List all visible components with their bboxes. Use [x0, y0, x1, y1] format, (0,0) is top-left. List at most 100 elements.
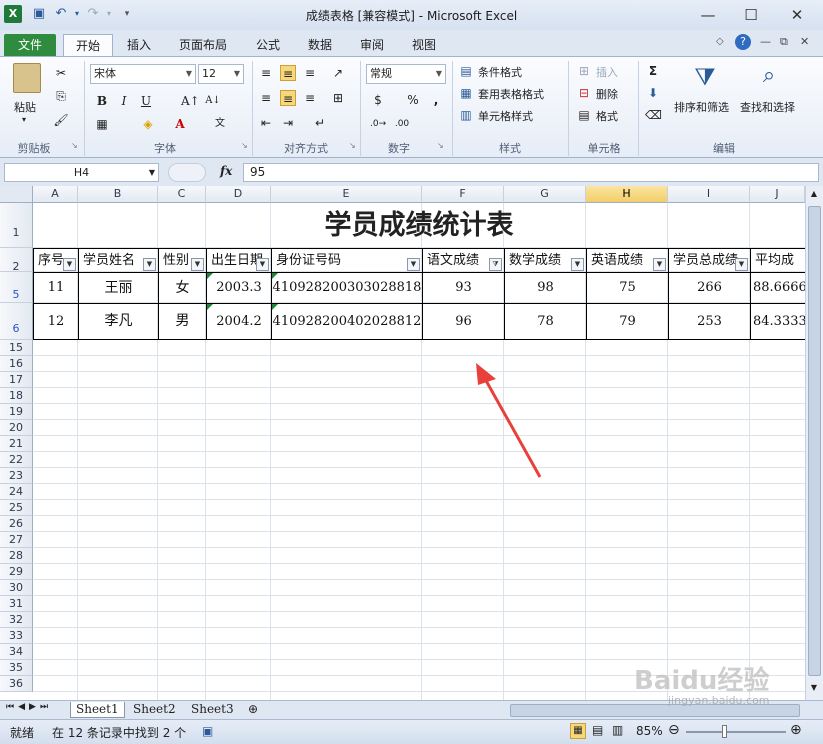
filter-dropdown-icon[interactable]: ▼ — [191, 258, 204, 271]
row-header[interactable]: 21 — [0, 436, 33, 452]
font-launcher-icon[interactable]: ↘ — [241, 141, 248, 150]
row-header[interactable]: 29 — [0, 564, 33, 580]
insert-cells-button[interactable]: 插入 — [596, 64, 618, 80]
table-cell[interactable]: 266 — [668, 272, 751, 304]
table-cell[interactable]: 410928200303028818 — [271, 272, 423, 304]
filter-active-icon[interactable]: ⧩ — [489, 258, 502, 271]
table-cell[interactable]: 84.33333 — [750, 303, 805, 340]
increase-indent-icon[interactable]: ⇥ — [280, 115, 296, 131]
doc-restore-icon[interactable]: ⧉ — [780, 35, 788, 49]
name-box[interactable]: H4 ▼ — [4, 163, 159, 182]
clear-icon[interactable]: ⌫ — [645, 107, 662, 123]
row-header[interactable]: 34 — [0, 644, 33, 660]
help-icon[interactable]: ? — [735, 34, 751, 50]
zoom-out-icon[interactable]: ⊖ — [668, 722, 680, 738]
sort-filter-icon[interactable]: ⧩ — [688, 63, 722, 95]
delete-cells-button[interactable]: 删除 — [596, 86, 618, 102]
doc-close-icon[interactable]: ✕ — [800, 35, 809, 48]
fill-icon[interactable]: ⬇ — [645, 85, 661, 101]
find-select-icon[interactable]: ⌕ — [752, 63, 786, 95]
row-header[interactable]: 2 — [0, 248, 33, 273]
copy-icon[interactable]: ⎘ — [53, 88, 69, 104]
table-cell[interactable]: 12 — [33, 303, 79, 340]
normal-view-icon[interactable]: ▦ — [570, 723, 586, 739]
row-header[interactable]: 17 — [0, 372, 33, 388]
doc-minimize-icon[interactable]: — — [760, 35, 771, 48]
tab-page-layout[interactable]: 页面布局 — [169, 34, 237, 57]
cell-styles-icon[interactable]: ▥ — [458, 107, 474, 123]
row-header[interactable]: 22 — [0, 452, 33, 468]
table-cell[interactable]: 98 — [504, 272, 587, 304]
sort-filter-button[interactable]: 排序和筛选 — [674, 99, 729, 115]
table-cell[interactable]: 79 — [586, 303, 669, 340]
align-right-icon[interactable]: ≡ — [302, 90, 318, 106]
tab-home[interactable]: 开始 — [63, 34, 113, 57]
table-header-cell[interactable]: 身份证号码 — [271, 248, 423, 273]
align-center-icon[interactable]: ≡ — [280, 90, 296, 106]
insert-cells-icon[interactable]: ⊞ — [576, 63, 592, 79]
increase-decimal-icon[interactable]: .0→ — [370, 116, 386, 132]
alignment-launcher-icon[interactable]: ↘ — [349, 141, 356, 150]
delete-cells-icon[interactable]: ⊟ — [576, 85, 592, 101]
column-header-d[interactable]: D — [206, 186, 271, 203]
row-header[interactable]: 5 — [0, 272, 33, 303]
tab-data[interactable]: 数据 — [298, 34, 342, 57]
find-select-button[interactable]: 查找和选择 — [740, 99, 795, 115]
cut-icon[interactable]: ✂ — [53, 65, 69, 81]
vertical-scroll-thumb[interactable] — [808, 206, 821, 676]
align-left-icon[interactable]: ≡ — [258, 90, 274, 106]
row-header[interactable]: 24 — [0, 484, 33, 500]
format-painter-icon[interactable]: 🖌 — [53, 112, 69, 128]
wrap-text-icon[interactable]: ↵ — [312, 115, 328, 131]
row-header[interactable]: 6 — [0, 303, 33, 340]
border-icon[interactable]: ▦ — [94, 116, 110, 132]
zoom-slider[interactable] — [686, 731, 786, 733]
row-header[interactable]: 28 — [0, 548, 33, 564]
sheet-nav-icons[interactable]: ⏮◀▶⏭ — [6, 702, 52, 712]
row-header[interactable]: 20 — [0, 420, 33, 436]
row-header[interactable]: 35 — [0, 660, 33, 676]
paste-button[interactable]: 粘贴 — [14, 99, 36, 115]
sheet-tab-sheet1[interactable]: Sheet1 — [70, 702, 125, 718]
row-header[interactable]: 26 — [0, 516, 33, 532]
row-header[interactable]: 19 — [0, 404, 33, 420]
column-header-f[interactable]: F — [422, 186, 504, 203]
font-size-select[interactable]: 12 ▼ — [198, 64, 244, 84]
zoom-level[interactable]: 85% — [636, 724, 663, 738]
sheet-tab-sheet3[interactable]: Sheet3 — [186, 702, 239, 718]
table-cell[interactable]: 93 — [422, 272, 505, 304]
format-as-table-icon[interactable]: ▦ — [458, 85, 474, 101]
row-header[interactable]: 27 — [0, 532, 33, 548]
table-cell[interactable]: 78 — [504, 303, 587, 340]
column-header-e[interactable]: E — [271, 186, 422, 203]
bold-button[interactable]: B — [94, 93, 110, 109]
page-break-view-icon[interactable]: ▥ — [612, 723, 623, 737]
table-cell[interactable]: 96 — [422, 303, 505, 340]
row-header[interactable]: 18 — [0, 388, 33, 404]
row-header[interactable]: 32 — [0, 612, 33, 628]
paste-dropdown-icon[interactable]: ▾ — [22, 115, 26, 124]
table-cell[interactable]: 王丽 — [78, 272, 159, 304]
insert-sheet-icon[interactable]: ⊕ — [248, 702, 258, 716]
macro-record-icon[interactable]: ▣ — [202, 724, 213, 738]
row-header[interactable]: 16 — [0, 356, 33, 372]
worksheet-grid[interactable]: ABCDEFGHIJ 1 2 5 6 15 16 17 18 19 20 21 22 23 24 25 26 2… — [0, 186, 805, 700]
increase-font-icon[interactable]: A↑ — [181, 93, 200, 109]
table-header-cell[interactable]: 平均成 — [750, 248, 805, 273]
align-middle-icon[interactable]: ≡ — [280, 65, 296, 81]
minimize-ribbon-icon[interactable]: ◇ — [716, 36, 724, 47]
column-header-i[interactable]: I — [668, 186, 750, 203]
column-header-j[interactable]: J — [750, 186, 805, 203]
tab-view[interactable]: 视图 — [402, 34, 446, 57]
align-top-icon[interactable]: ≡ — [258, 65, 274, 81]
table-cell[interactable]: 女 — [158, 272, 207, 304]
number-format-select[interactable]: 常规 ▼ — [366, 64, 446, 84]
conditional-format-button[interactable]: 条件格式 — [478, 64, 522, 80]
sheet-tab-sheet2[interactable]: Sheet2 — [128, 702, 181, 718]
column-header-h[interactable]: H — [586, 186, 668, 203]
table-cell[interactable]: 11 — [33, 272, 79, 304]
orientation-icon[interactable]: ↗ — [330, 65, 346, 81]
format-cells-button[interactable]: 格式 — [596, 108, 618, 124]
tab-insert[interactable]: 插入 — [117, 34, 161, 57]
table-cell[interactable]: 李凡 — [78, 303, 159, 340]
